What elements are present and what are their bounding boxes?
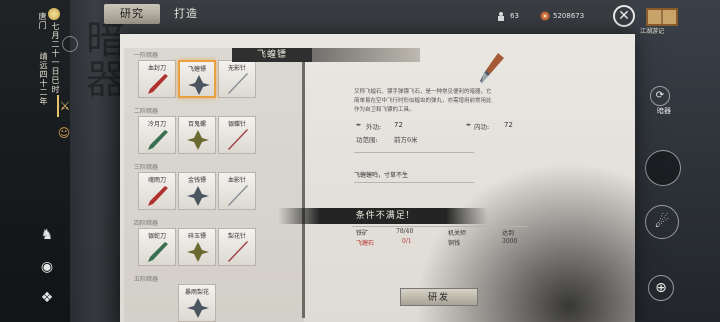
weapon-icon [187, 130, 209, 150]
weapon-name: 血影针 [227, 177, 246, 184]
tier-label: 三阶暗器 [134, 164, 159, 171]
tier-label: 四阶暗器 [134, 220, 159, 227]
outer-label: 外功: [366, 123, 382, 131]
research-button[interactable]: 研发 [400, 288, 478, 306]
coin-icon [540, 11, 550, 21]
weapon-name: 飞蝗镖 [187, 66, 206, 73]
weapon-slot[interactable]: 碎玉镖 [178, 228, 216, 266]
weapon-name: 银蛇刀 [147, 233, 166, 240]
weapon-slot[interactable]: 金钱镖 [178, 172, 216, 210]
divider [352, 226, 528, 227]
diamond-icon[interactable]: ❖ [38, 289, 56, 307]
weapon-slot[interactable]: 梨花针 [218, 228, 256, 266]
tier-label: 二阶暗器 [134, 108, 159, 115]
weapon-icon [228, 129, 248, 150]
weapon-name: 金钱镖 [187, 177, 206, 184]
tab-forge[interactable]: 打造 [166, 4, 206, 24]
divider [354, 182, 474, 183]
weapon-slot[interactable]: 魂雨刀 [138, 172, 176, 210]
weapon-name: 血封刀 [147, 65, 166, 72]
weapon-list: 一阶暗器血封刀 飞蝗镖 无影针二阶暗器冷月刀 百鬼螺 银蝶针三阶暗器魂雨刀 金钱镖 血影针四… [124, 48, 304, 322]
warning-toast: 条件不满足! [278, 208, 488, 224]
refresh-icon[interactable]: ⟳ [650, 86, 670, 106]
weapon-name: 魂雨刀 [147, 177, 166, 184]
list-scrollbar[interactable] [302, 48, 305, 318]
date-text: 七月二十一日巳时 [51, 22, 60, 94]
detail-title: 飞蝗镖 [232, 48, 312, 62]
requirement-value: 3000 [502, 238, 518, 245]
tier-label: 五阶暗器 [134, 276, 159, 283]
tab-research[interactable]: 研究 [104, 4, 160, 24]
weapon-icon [228, 241, 248, 262]
weapon-slot[interactable]: 冷月刀 [138, 116, 176, 154]
weapon-slot[interactable]: 飞蝗镖 [178, 60, 216, 98]
weapon-category-button[interactable]: ⚔ [57, 95, 71, 117]
compass-icon[interactable] [62, 36, 78, 52]
horse-icon[interactable]: ♞ [38, 226, 56, 244]
material-name: 飞蝗石 [356, 240, 375, 247]
sun-icon [48, 8, 60, 20]
left-rail: 唐门 七月二十一日巳时 靖远四十二年 ⚔ ☺ ♞ ◉ ❖ [0, 0, 78, 322]
weapon-name: 百鬼螺 [187, 121, 206, 128]
weapon-icon [148, 74, 168, 94]
weapon-icon [148, 242, 168, 262]
requirement-name: 机关师 [448, 230, 467, 237]
crosshair-icon[interactable]: ⊕ [648, 275, 674, 301]
journal-label: 江湖游记 [640, 28, 665, 35]
flavor-text: 飞蝗蝗鸣，寸草不生 [354, 172, 409, 179]
weapon-icon [148, 186, 168, 206]
figure-icon [498, 12, 504, 21]
weapon-icon [187, 186, 209, 206]
weapon-name: 冷月刀 [147, 121, 166, 128]
currency2-value: 5208673 [553, 12, 585, 20]
weapon-slot[interactable]: 百鬼螺 [178, 116, 216, 154]
outer-value: 72 [394, 121, 403, 129]
weapon-name: 银蝶针 [227, 121, 246, 128]
location-text: 唐门 [38, 12, 47, 30]
requirement-name: 铜钱 [448, 240, 461, 247]
inner-label: 内功: [474, 123, 490, 131]
material-count: 0/1 [402, 238, 412, 245]
material-name: 铁矿 [356, 230, 369, 237]
eye-icon[interactable]: ◉ [38, 258, 56, 276]
team-icon[interactable]: ☺ [57, 122, 71, 144]
weapon-icon [148, 130, 168, 150]
action-slot-1[interactable] [645, 150, 681, 186]
weapon-icon [188, 75, 210, 95]
weapon-name: 梨花针 [227, 233, 246, 240]
era-text: 靖远四十二年 [39, 52, 48, 106]
requirement-value: 达到 [502, 230, 515, 237]
weapon-icon [187, 242, 209, 262]
weapon-slot[interactable]: 银蝶针 [218, 116, 256, 154]
weapon-name: 暴雨梨花 [184, 289, 209, 296]
currency1-value: 63 [510, 12, 519, 20]
range-label: 功范围: [356, 136, 378, 144]
weapon-icon [187, 298, 209, 318]
weapon-name: 碎玉镖 [187, 233, 206, 240]
weapon-slot[interactable]: 暴雨梨花 [178, 284, 216, 322]
weapon-icon [228, 73, 248, 94]
outer-stat-icon: ✒ [356, 121, 362, 129]
inner-value: 72 [504, 121, 513, 129]
weapon-slot[interactable]: 血封刀 [138, 60, 176, 98]
weapon-slot[interactable]: 血影针 [218, 172, 256, 210]
weapon-icon [228, 185, 248, 206]
range-value: 前方6米 [394, 136, 418, 144]
divider [354, 152, 474, 153]
weapon-name: 无影针 [227, 65, 246, 72]
detail-description: 又称飞蝗石、镖手弹镖飞石，是一种常见便利的暗器，它简单易在空中飞行时形似蝗虫的弹… [354, 89, 492, 113]
close-button[interactable]: ✕ [613, 5, 635, 27]
tier-label: 一阶暗器 [134, 52, 159, 59]
anqi-label: 暗器 [657, 107, 671, 115]
inner-stat-icon: ✒ [466, 121, 472, 129]
weapon-slot[interactable]: 银蛇刀 [138, 228, 176, 266]
weapon-slot[interactable]: 无影针 [218, 60, 256, 98]
character-skill-icon[interactable]: ☄ [645, 205, 679, 239]
material-count: 78/40 [396, 228, 414, 235]
dart-icon [480, 53, 504, 84]
